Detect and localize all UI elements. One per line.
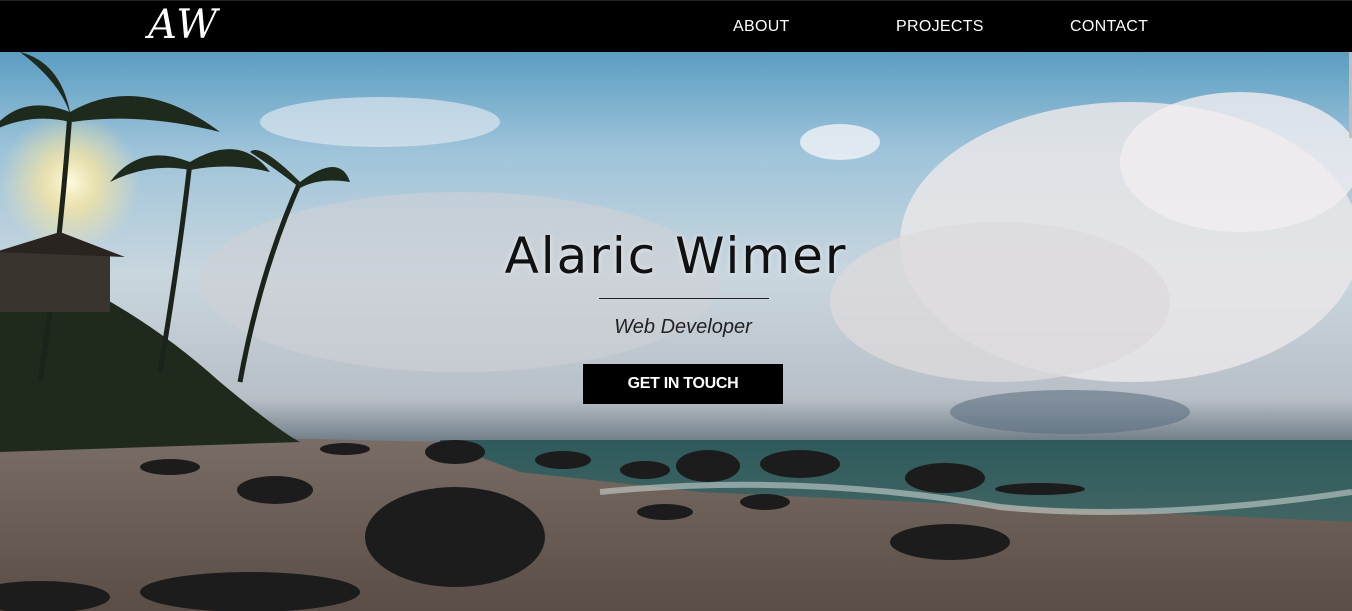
navbar: AW ABOUT PROJECTS CONTACT (0, 0, 1352, 52)
hero-section: Alaric Wimer Web Developer GET IN TOUCH (0, 52, 1352, 611)
nav-link-about[interactable]: ABOUT (733, 18, 790, 36)
hero-divider (599, 298, 769, 299)
nav-link-contact[interactable]: CONTACT (1070, 18, 1148, 36)
hero-subtitle: Web Developer (614, 316, 752, 338)
nav-link-projects[interactable]: PROJECTS (896, 18, 984, 36)
get-in-touch-button[interactable]: GET IN TOUCH (583, 364, 783, 404)
hero-title: Alaric Wimer (504, 227, 848, 285)
logo[interactable]: AW (148, 3, 218, 47)
